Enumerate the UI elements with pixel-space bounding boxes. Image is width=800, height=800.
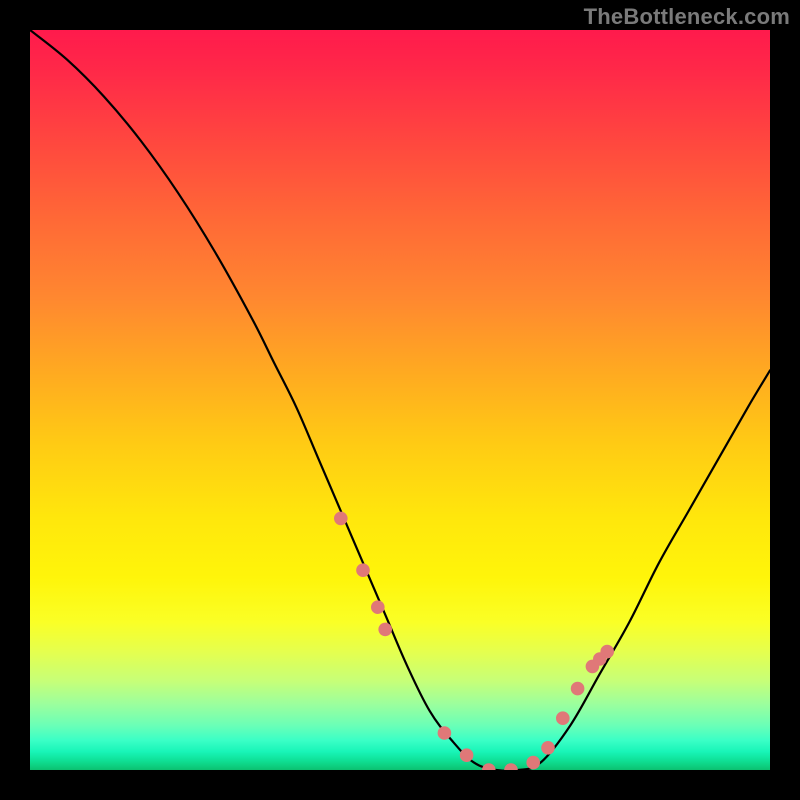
plot-area <box>30 30 770 770</box>
highlight-dot <box>600 645 614 659</box>
highlight-dot <box>371 600 385 614</box>
highlight-dot <box>438 726 452 740</box>
highlight-dot <box>460 748 474 762</box>
highlight-dot-group <box>334 512 614 770</box>
highlight-dot <box>356 563 370 577</box>
highlight-dot <box>334 512 348 526</box>
highlight-dot <box>482 763 496 770</box>
curve-svg <box>30 30 770 770</box>
highlight-dot <box>556 711 570 725</box>
bottleneck-curve <box>30 30 770 770</box>
highlight-dot <box>526 756 540 770</box>
chart-stage: TheBottleneck.com <box>0 0 800 800</box>
highlight-dot <box>504 763 518 770</box>
highlight-dot <box>378 623 392 637</box>
watermark-text: TheBottleneck.com <box>584 4 790 30</box>
highlight-dot <box>571 682 585 696</box>
highlight-dot <box>541 741 555 755</box>
